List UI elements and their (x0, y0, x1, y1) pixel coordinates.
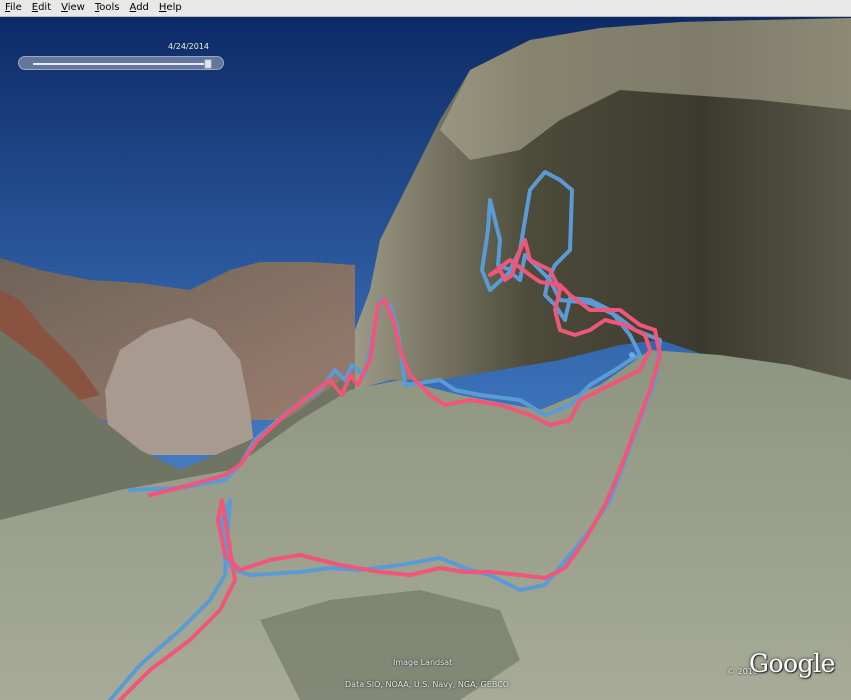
slider-thumb[interactable] (203, 59, 212, 69)
terrain-scene[interactable] (0, 17, 851, 700)
map-viewport[interactable]: 4/24/2014 (0, 17, 851, 700)
slider-track[interactable] (18, 56, 224, 70)
menu-add[interactable]: Add (125, 0, 154, 16)
time-slider[interactable]: 4/24/2014 (18, 39, 224, 71)
menu-file[interactable]: File (0, 0, 27, 16)
slider-line (33, 63, 209, 65)
slider-date-label: 4/24/2014 (168, 42, 210, 51)
menu-edit[interactable]: Edit (27, 0, 56, 16)
menu-view[interactable]: View (56, 0, 90, 16)
menu-bar: File Edit View Tools Add Help (0, 0, 851, 17)
menu-tools[interactable]: Tools (90, 0, 125, 16)
track-marker-top (629, 352, 635, 358)
menu-help[interactable]: Help (154, 0, 187, 16)
